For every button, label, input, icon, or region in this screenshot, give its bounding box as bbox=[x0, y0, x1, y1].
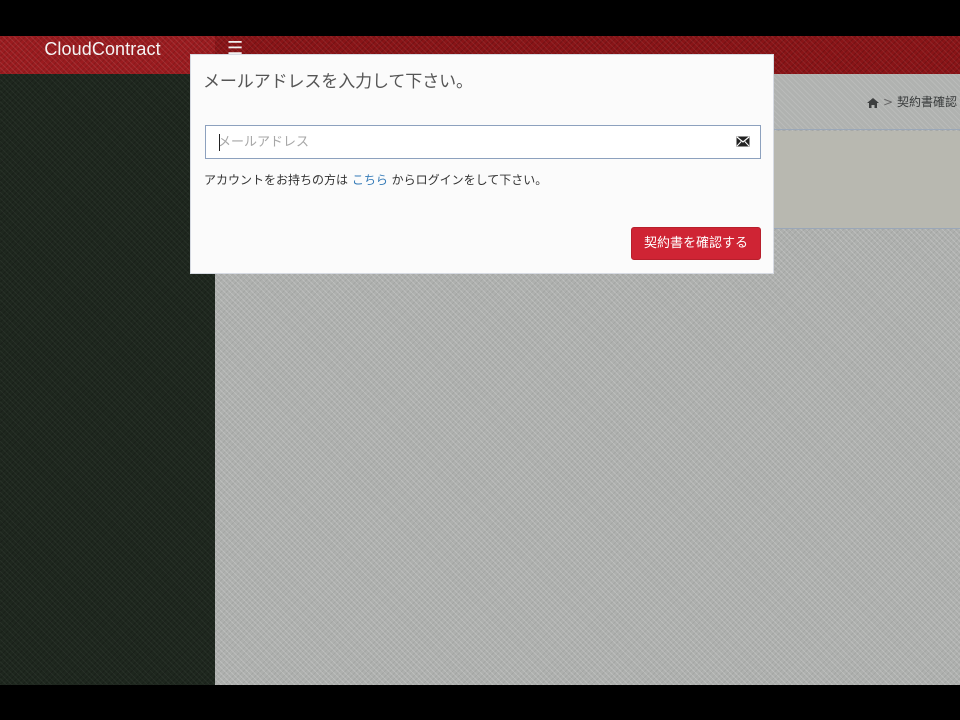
email-input[interactable] bbox=[206, 126, 750, 158]
sidebar-header: CloudContract bbox=[0, 36, 215, 74]
help-prefix: アカウントをお持ちの方は bbox=[204, 173, 352, 187]
screenshot-frame: CloudContract ☰ > 契約書確認 メールアドレスを入力して下さい。… bbox=[0, 0, 960, 720]
login-link[interactable]: こちら bbox=[352, 173, 388, 187]
home-icon[interactable] bbox=[866, 96, 880, 110]
email-modal: メールアドレスを入力して下さい。 アカウントをお持ちの方は こちら からログイン… bbox=[190, 54, 774, 274]
help-suffix: からログインをして下さい。 bbox=[387, 173, 548, 187]
confirm-contract-button[interactable]: 契約書を確認する bbox=[631, 227, 761, 260]
breadcrumb-current-page: 契約書確認 bbox=[897, 95, 958, 109]
text-cursor bbox=[219, 134, 220, 151]
breadcrumb-separator: > bbox=[883, 95, 894, 109]
brand-logo-text[interactable]: CloudContract bbox=[0, 36, 205, 74]
sidebar bbox=[0, 74, 215, 685]
email-field-group[interactable] bbox=[205, 125, 761, 159]
modal-title: メールアドレスを入力して下さい。 bbox=[203, 72, 473, 92]
login-help-text: アカウントをお持ちの方は こちら からログインをして下さい。 bbox=[204, 171, 547, 189]
envelope-icon bbox=[736, 136, 750, 147]
